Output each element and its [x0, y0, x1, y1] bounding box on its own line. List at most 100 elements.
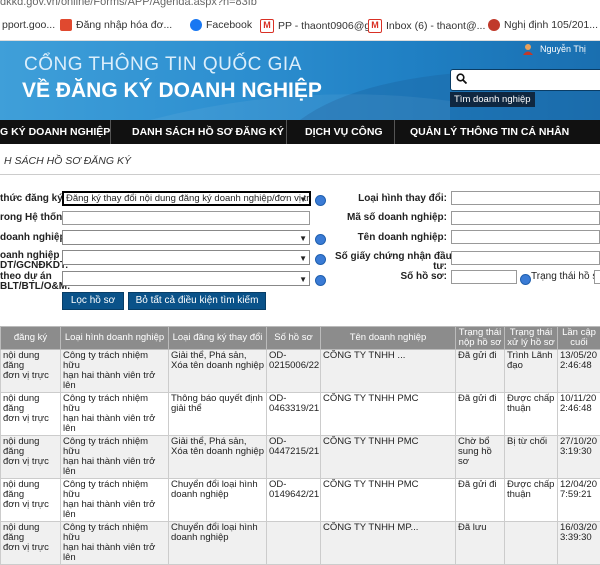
- search-input[interactable]: [450, 69, 600, 91]
- enterprise-name-input[interactable]: [451, 230, 600, 244]
- cell-loai-dang-ky: nội dung đăng đơn vị trực: [1, 436, 61, 479]
- url-text: dkkd.gov.vn/online/Forms/APP/Agenda.aspx…: [0, 0, 257, 8]
- portal-banner: CỔNG THÔNG TIN QUỐC GIA VỀ ĐĂNG KÝ DOANH…: [0, 41, 600, 120]
- enterprise-type-select[interactable]: ▼: [62, 230, 310, 245]
- cell-loai-hinh-dn: Công ty trách nhiệm hữu hạn hai thành vi…: [61, 522, 169, 565]
- cell-so-ho-so[interactable]: [267, 522, 321, 565]
- cell-trang-thai-xu-ly: Được chấp thuận: [505, 393, 558, 436]
- nav-separator: [394, 120, 395, 144]
- nav-separator: [110, 120, 111, 144]
- cell-lan-cap-nhat: 27/10/20 3:19:30: [558, 436, 600, 479]
- cell-loai-thay-doi: Chuyển đổi loại hình doanh nghiệp: [169, 479, 267, 522]
- header-loai-hinh-dn[interactable]: Loại hình doanh nghiệp: [61, 327, 169, 350]
- cell-lan-cap-nhat: 12/04/20 7:59:21: [558, 479, 600, 522]
- cell-loai-thay-doi: Chuyển đổi loại hình doanh nghiệp: [169, 522, 267, 565]
- cell-ten-dn: CÔNG TY TNHH PMC: [321, 436, 456, 479]
- header-loai-thay-doi[interactable]: Loại đăng ký thay đổi: [169, 327, 267, 350]
- filter-button[interactable]: Lọc hồ sơ: [62, 292, 124, 310]
- portal-title-line1: CỔNG THÔNG TIN QUỐC GIA: [24, 54, 302, 76]
- cell-ten-dn: CÔNG TY TNHH PMC: [321, 479, 456, 522]
- cell-loai-dang-ky: nội dung đăng đơn vị trực: [1, 479, 61, 522]
- enterprise-code-input[interactable]: [451, 211, 600, 225]
- bookmark-label: Facebook: [206, 19, 252, 31]
- nav-dich-vu-cong[interactable]: DỊCH VỤ CÔNG: [305, 126, 383, 138]
- cell-lan-cap-nhat: 13/05/20 2:46:48: [558, 350, 600, 393]
- chevron-down-icon: ▼: [299, 194, 307, 205]
- dossier-table: đăng ký Loại hình doanh nghiệp Loại đăng…: [0, 326, 600, 565]
- facebook-icon: [190, 19, 202, 31]
- cell-loai-thay-doi: Thông báo quyết định giải thể: [169, 393, 267, 436]
- cell-so-ho-so[interactable]: OD- 0447215/21: [267, 436, 321, 479]
- bookmark-label: Inbox (6) - thaont@...: [386, 20, 485, 32]
- label-so-ho-so: Số hồ sơ:: [385, 272, 447, 282]
- cell-loai-hinh-dn: Công ty trách nhiệm hữu hạn hai thành vi…: [61, 479, 169, 522]
- bookmark-nghi-dinh[interactable]: Nghị định 105/201...: [488, 19, 598, 31]
- label-loai-hinh-thay-doi: Loại hình thay đổi:: [345, 194, 447, 204]
- cell-so-ho-so[interactable]: OD- 0215006/22: [267, 350, 321, 393]
- status-select[interactable]: [594, 270, 600, 284]
- cell-so-ho-so[interactable]: OD- 0149642/21: [267, 479, 321, 522]
- system-input[interactable]: [62, 211, 310, 225]
- bookmark-gmail-inbox[interactable]: M Inbox (6) - thaont@...: [368, 19, 485, 33]
- header-lan-cap-nhat[interactable]: Lần cập cuối: [558, 327, 600, 350]
- bookmark-label: Đăng nhập hóa đơ...: [76, 19, 172, 31]
- header-so-ho-so[interactable]: Số hồ sơ: [267, 327, 321, 350]
- bookmark-label: pport.goo...: [2, 19, 55, 31]
- chevron-down-icon: ▼: [299, 273, 307, 286]
- portal-title-line2: VỀ ĐĂNG KÝ DOANH NGHIỆP: [22, 79, 322, 103]
- cell-loai-hinh-dn: Công ty trách nhiệm hữu hạn hai thành vi…: [61, 436, 169, 479]
- project-select[interactable]: ▼: [62, 271, 310, 286]
- user-name: Nguyễn Thị: [540, 44, 586, 54]
- header-loai-dang-ky[interactable]: đăng ký: [1, 327, 61, 350]
- help-icon[interactable]: [520, 274, 531, 285]
- table-row[interactable]: nội dung đăng đơn vị trực Công ty trách …: [1, 350, 600, 393]
- cell-lan-cap-nhat: 16/03/20 3:39:30: [558, 522, 600, 565]
- bookmark-support[interactable]: pport.goo...: [2, 19, 55, 31]
- section-title: H SÁCH HỒ SƠ ĐĂNG KÝ: [4, 155, 131, 167]
- help-icon[interactable]: [315, 254, 326, 265]
- bookmark-label: Nghị định 105/201...: [504, 19, 598, 31]
- gmail-icon: M: [260, 19, 274, 33]
- bookmark-facebook[interactable]: Facebook: [190, 19, 252, 31]
- help-icon[interactable]: [315, 195, 326, 206]
- cell-so-ho-so[interactable]: OD- 0463319/21: [267, 393, 321, 436]
- clear-filters-button[interactable]: Bỏ tất cả điều kiện tìm kiếm: [128, 292, 266, 310]
- table-row[interactable]: nội dung đăng đơn vị trực Công ty trách …: [1, 522, 600, 565]
- table-header-row: đăng ký Loại hình doanh nghiệp Loại đăng…: [1, 327, 600, 350]
- table-row[interactable]: nội dung đăng đơn vị trực Công ty trách …: [1, 479, 600, 522]
- cell-ten-dn: CÔNG TY TNHH MP...: [321, 522, 456, 565]
- label-du-an-line2: BLT/BTL/O&M:: [0, 282, 70, 292]
- address-bar[interactable]: dkkd.gov.vn/online/Forms/APP/Agenda.aspx…: [0, 0, 600, 10]
- table-row[interactable]: nội dung đăng đơn vị trực Công ty trách …: [1, 436, 600, 479]
- help-icon[interactable]: [315, 275, 326, 286]
- chevron-down-icon: ▼: [299, 252, 307, 265]
- dossier-number-input[interactable]: [451, 270, 517, 284]
- change-type-input[interactable]: [451, 191, 600, 205]
- bookmark-label: PP - thaont0906@g...: [278, 20, 379, 32]
- nav-danh-sach-ho-so[interactable]: DANH SÁCH HỒ SƠ ĐĂNG KÝ: [132, 126, 284, 138]
- nav-dang-ky-doanh-nghiep[interactable]: G KÝ DOANH NGHIỆP: [0, 126, 110, 138]
- search-tooltip[interactable]: Tìm doanh nghiệp: [450, 92, 535, 107]
- user-menu[interactable]: Nguyễn Thị: [522, 43, 586, 55]
- investment-cert-input[interactable]: [451, 251, 600, 265]
- nav-quan-ly-thong-tin[interactable]: QUẢN LÝ THÔNG TIN CÁ NHÂN: [410, 126, 569, 138]
- label-he-thong: rong Hệ thống:: [0, 213, 72, 223]
- search-icon: [456, 73, 467, 84]
- cell-loai-thay-doi: Giải thể, Phá sản, Xóa tên doanh nghiệp: [169, 350, 267, 393]
- investment-cert-select[interactable]: ▼: [62, 250, 310, 265]
- header-trang-thai-xu-ly[interactable]: Trạng thái xử lý hồ sơ: [505, 327, 558, 350]
- table-row[interactable]: nội dung đăng đơn vị trực Công ty trách …: [1, 393, 600, 436]
- bookmark-hoa-don[interactable]: Đăng nhập hóa đơ...: [60, 19, 172, 31]
- cell-loai-dang-ky: nội dung đăng đơn vị trực: [1, 393, 61, 436]
- registration-type-select[interactable]: Đăng ký thay đổi nội dung đăng ký doanh …: [62, 191, 311, 206]
- header-ten-dn[interactable]: Tên doanh nghiệp: [321, 327, 456, 350]
- label-trang-thai: Trạng thái hồ sơ: [531, 272, 600, 282]
- header-trang-thai-nop[interactable]: Trạng thái nộp hồ sơ: [456, 327, 505, 350]
- nav-separator: [286, 120, 287, 144]
- cell-trang-thai-xu-ly: [505, 522, 558, 565]
- bookmark-gmail-pp[interactable]: M PP - thaont0906@g...: [260, 19, 379, 33]
- label-ma-so: Mã số doanh nghiệp:: [345, 213, 447, 223]
- help-icon[interactable]: [315, 234, 326, 245]
- cell-loai-dang-ky: nội dung đăng đơn vị trực: [1, 350, 61, 393]
- cell-trang-thai-nop: Chờ bổ sung hồ sơ: [456, 436, 505, 479]
